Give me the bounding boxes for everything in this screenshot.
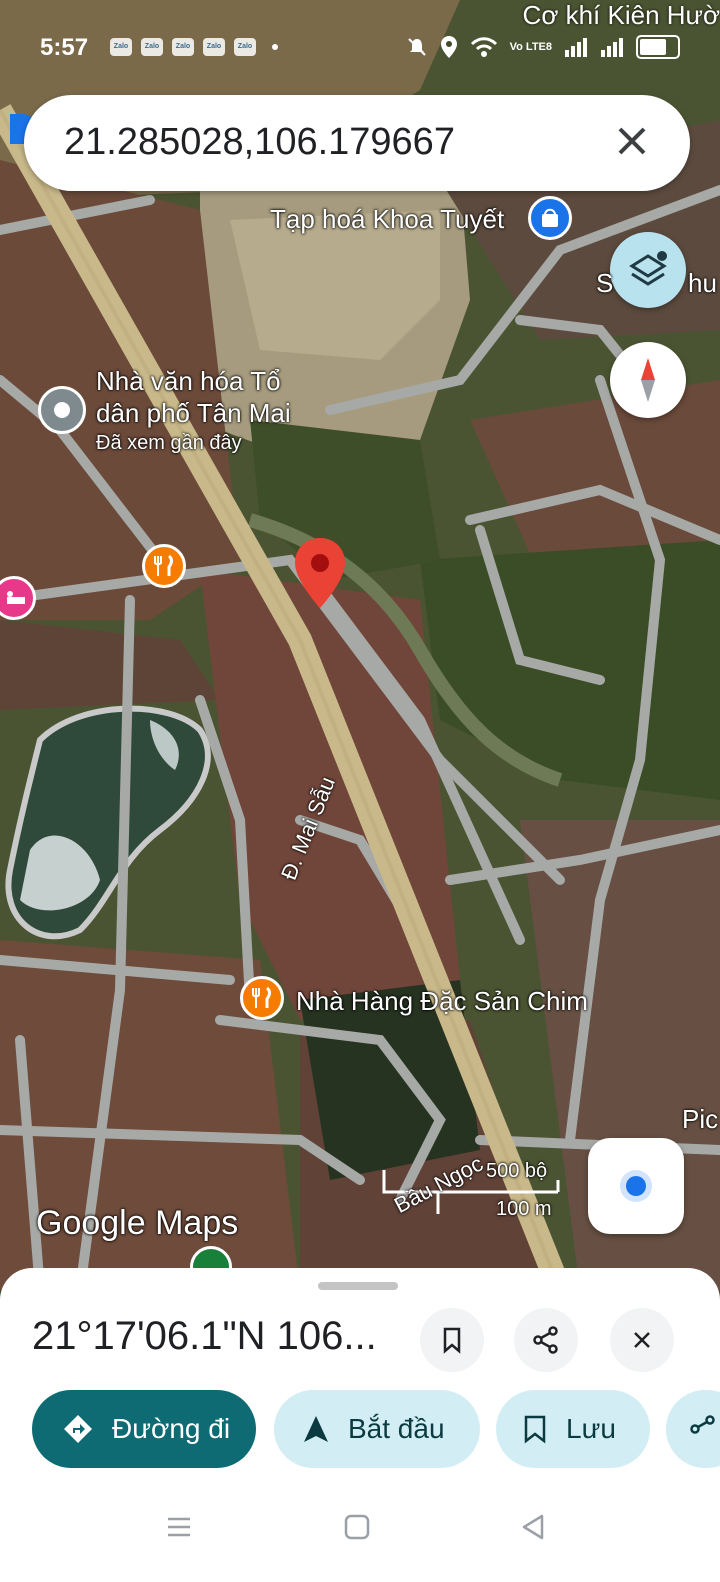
network-type-label: Vo LTE8 [509,40,552,53]
map-label-partial-pic: Pic [682,1104,719,1134]
map-label-recently-viewed: Đã xem gần đây [96,432,242,454]
share-icon [533,1326,558,1354]
place-marker-icon[interactable] [38,386,86,434]
my-location-button[interactable] [588,1138,684,1234]
start-navigation-button[interactable]: Bắt đầu [274,1390,480,1468]
navigation-arrow-icon [304,1416,328,1442]
search-bar[interactable]: 21.285028,106.179667 [24,95,690,191]
shopping-bag-icon[interactable] [528,196,572,240]
map-label-cultural-house-2[interactable]: dân phố Tân Mai [96,398,291,429]
hotel-icon[interactable] [0,576,36,620]
map-label-partial-hu: hu [688,268,717,298]
signal-icon-2 [601,38,623,57]
more-notifications-dot [272,44,278,50]
mute-icon [407,38,426,56]
layers-icon [629,251,667,286]
zalo-notification-icon: Zalo [110,38,132,56]
map-label-cultural-house-1[interactable]: Nhà văn hóa Tổ [96,366,281,397]
map-label-restaurant[interactable]: Nhà Hàng Đặc Sản Chim [296,986,588,1017]
directions-button[interactable]: Đường đi [32,1390,256,1468]
bookmark-icon [443,1327,461,1354]
share-icon [690,1415,715,1434]
bookmark-icon [524,1415,546,1444]
map-label-co-khi[interactable]: Cơ khí Kiên Hườ [523,0,720,31]
google-maps-logo: Google Maps [36,1204,239,1242]
scale-feet-label: 500 bộ [486,1160,548,1182]
dropped-pin-icon[interactable] [292,536,348,610]
close-icon[interactable] [604,113,660,169]
signal-icon [565,38,587,57]
zalo-notification-icon: Zalo [141,38,163,56]
home-icon[interactable] [342,1512,372,1542]
save-bookmark-button[interactable] [420,1308,484,1372]
recent-apps-icon[interactable] [164,1512,194,1542]
zalo-notification-icon: Zalo [234,38,256,56]
wifi-icon [470,37,497,57]
map-label-partial-s: S [596,268,614,298]
directions-icon [64,1415,92,1443]
search-query[interactable]: 21.285028,106.179667 [64,121,455,164]
restaurant-icon[interactable] [240,976,284,1020]
save-label: Lưu [566,1413,616,1444]
restaurant-icon[interactable] [142,544,186,588]
close-sheet-button[interactable] [610,1308,674,1372]
zalo-notification-icon: Zalo [203,38,225,56]
scale-meters-label: 100 m [496,1198,552,1220]
layers-button[interactable] [610,232,686,308]
share-pill-button[interactable] [666,1390,720,1468]
directions-label: Đường đi [112,1413,231,1444]
share-button[interactable] [514,1308,578,1372]
battery-icon [636,35,680,59]
map-view[interactable] [0,0,720,1290]
compass-icon [641,358,655,402]
start-label: Bắt đầu [348,1413,445,1444]
save-button[interactable]: Lưu [496,1390,650,1468]
zalo-notification-icon: Zalo [172,38,194,56]
location-icon [440,36,457,58]
place-coordinates-title: 21°17'06.1"N 106... [32,1314,377,1358]
my-location-icon [620,1170,652,1202]
map-label-shop[interactable]: Tạp hoá Khoa Tuyết [270,204,504,235]
system-navigation-bar [0,1490,720,1582]
status-time: 5:57 [40,34,89,61]
compass-button[interactable] [610,342,686,418]
back-icon[interactable] [518,1512,548,1542]
close-icon [634,1332,650,1348]
sheet-drag-handle[interactable] [318,1282,398,1290]
status-icons: Vo LTE8 [406,34,680,60]
